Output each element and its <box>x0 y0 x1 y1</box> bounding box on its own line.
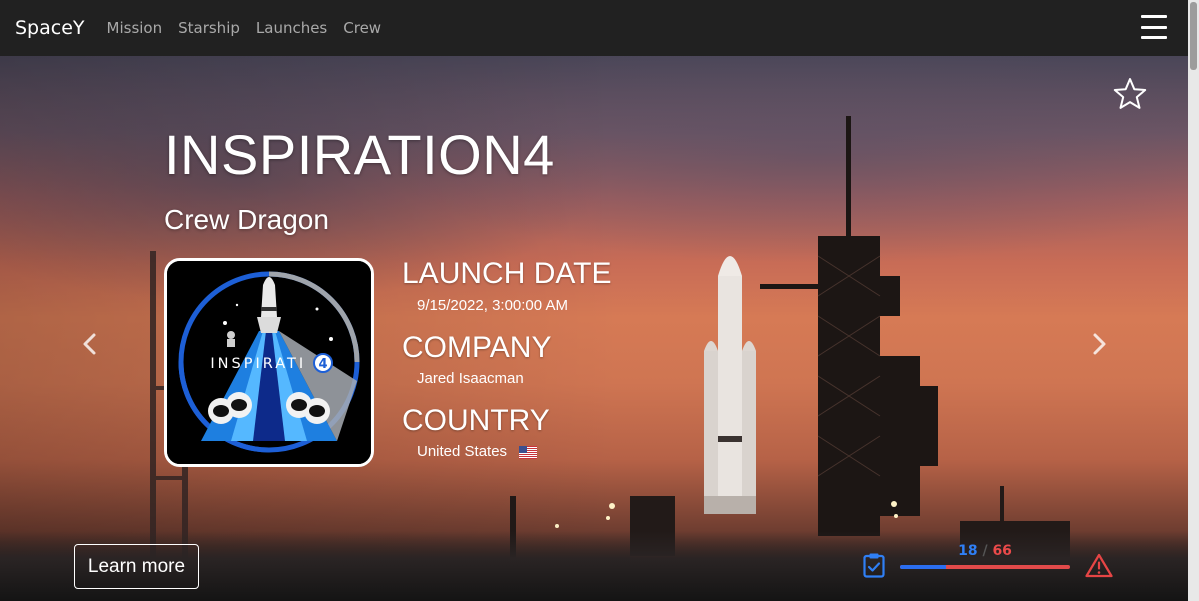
vehicle-subtitle: Crew Dragon <box>164 204 329 235</box>
country-label: COUNTRY <box>402 404 550 437</box>
hamburger-menu-icon[interactable] <box>1141 15 1167 39</box>
launch-date-label: LAUNCH DATE <box>402 257 612 290</box>
country-value: United States <box>417 443 508 460</box>
chevron-right-icon[interactable] <box>1089 332 1109 356</box>
nav-link-starship[interactable]: Starship <box>178 19 240 37</box>
progress-bar-fill <box>900 565 946 569</box>
total-count: 66 <box>992 543 1012 559</box>
nav-link-crew[interactable]: Crew <box>343 19 381 37</box>
completed-count: 18 <box>958 543 978 559</box>
warning-triangle-icon[interactable] <box>1085 553 1113 578</box>
scrollbar-thumb[interactable] <box>1190 2 1197 70</box>
country-row: United States <box>417 443 538 460</box>
page-scrollbar[interactable] <box>1188 0 1199 601</box>
mission-patch-graphic: INSPIRATI N 4 <box>167 261 371 464</box>
star-outline-icon[interactable] <box>1113 77 1147 111</box>
hero-carousel: INSPIRATION4 Crew Dragon INSPIRATI N 4 L… <box>0 56 1188 601</box>
patch-text: INSPIRATI N <box>210 356 327 372</box>
navbar: SpaceY Mission Starship Launches Crew <box>0 0 1188 56</box>
clipboard-check-icon[interactable] <box>863 552 885 578</box>
nav-link-mission[interactable]: Mission <box>107 19 163 37</box>
us-flag-icon <box>519 445 538 459</box>
count-separator: / <box>982 543 988 559</box>
patch-digit: 4 <box>318 357 327 372</box>
mission-title: INSPIRATION4 <box>164 123 555 186</box>
chevron-left-icon[interactable] <box>80 332 100 356</box>
mission-patch: INSPIRATI N 4 <box>164 258 374 467</box>
launch-date-value: 9/15/2022, 3:00:00 AM <box>417 297 568 314</box>
progress-counter: 18 / 66 <box>900 543 1070 559</box>
progress-bar <box>900 565 1070 569</box>
learn-more-button[interactable]: Learn more <box>74 544 199 589</box>
company-value: Jared Isaacman <box>417 370 524 387</box>
company-label: COMPANY <box>402 331 552 364</box>
nav-link-launches[interactable]: Launches <box>256 19 327 37</box>
brand-logo[interactable]: SpaceY <box>15 17 85 39</box>
